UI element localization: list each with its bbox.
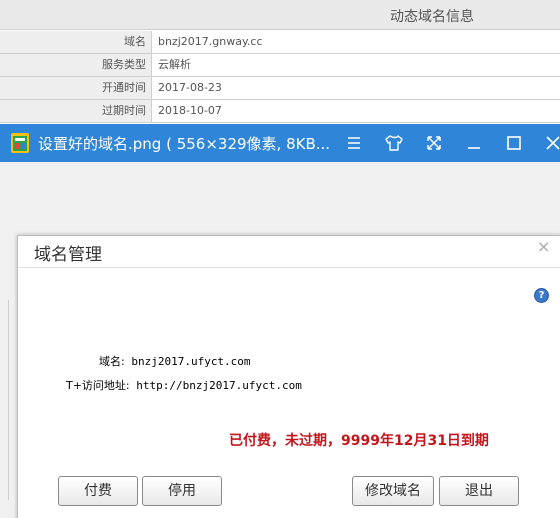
info-value: bnzj2017.gnway.cc — [158, 35, 263, 48]
domain-value: bnzj2017.ufyct.com — [131, 355, 251, 368]
expand-icon[interactable] — [423, 132, 445, 154]
access-url-field: T+访问地址: http://bnzj2017.ufyct.com — [66, 377, 302, 393]
close-icon[interactable] — [542, 132, 560, 154]
info-value: 2017-08-23 — [158, 81, 222, 94]
domain-info-title: 动态域名信息 — [390, 9, 474, 25]
info-row-domain: 域名 bnzj2017.gnway.cc — [0, 31, 560, 54]
domain-field: 域名: bnzj2017.ufyct.com — [99, 353, 251, 369]
image-viewer-title: 设置好的域名.png ( 556×329像素, 8KB... — [38, 135, 331, 153]
dialog-close-icon[interactable]: × — [537, 239, 550, 255]
domain-info-header: 动态域名信息 — [0, 0, 560, 30]
info-label: 域名 — [0, 31, 152, 53]
info-value: 云解析 — [158, 58, 191, 71]
domain-info-panel: 动态域名信息 域名 bnzj2017.gnway.cc 服务类型 云解析 开通时… — [0, 0, 560, 124]
background-divider — [8, 300, 9, 500]
info-label: 服务类型 — [0, 54, 152, 76]
access-url-value[interactable]: http://bnzj2017.ufyct.com — [136, 379, 302, 392]
exit-button[interactable]: 退出 — [439, 476, 519, 506]
info-label: 过期时间 — [0, 100, 152, 122]
info-row-service-type: 服务类型 云解析 — [0, 54, 560, 77]
domain-management-dialog: 域名管理 × ? 域名: bnzj2017.ufyct.com T+访问地址: … — [17, 235, 560, 518]
maximize-icon[interactable] — [503, 132, 525, 154]
menu-icon[interactable] — [343, 132, 365, 154]
payment-status: 已付费，未过期，9999年12月31日到期 — [229, 433, 489, 449]
info-row-expire-date: 过期时间 2018-10-07 — [0, 100, 560, 123]
image-viewer-titlebar[interactable]: 设置好的域名.png ( 556×329像素, 8KB... — [0, 124, 560, 162]
dialog-title: 域名管理 — [34, 245, 102, 265]
help-icon[interactable]: ? — [534, 288, 549, 303]
disable-button[interactable]: 停用 — [142, 476, 222, 506]
access-url-label: T+访问地址: — [66, 379, 130, 392]
dialog-divider — [18, 267, 560, 268]
pay-button[interactable]: 付费 — [58, 476, 138, 506]
modify-domain-button[interactable]: 修改域名 — [352, 476, 434, 506]
info-label: 开通时间 — [0, 77, 152, 99]
shirt-icon[interactable] — [383, 132, 405, 154]
info-value: 2018-10-07 — [158, 104, 222, 117]
domain-label: 域名: — [99, 355, 125, 368]
image-viewer-app-icon — [11, 133, 29, 153]
minimize-icon[interactable] — [463, 132, 485, 154]
info-row-open-date: 开通时间 2017-08-23 — [0, 77, 560, 100]
